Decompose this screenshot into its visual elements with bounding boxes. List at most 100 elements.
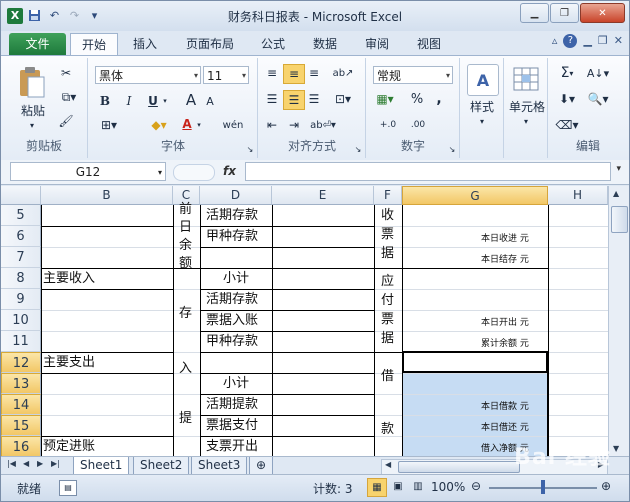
cell-d5[interactable]: 活期存款	[206, 205, 258, 226]
next-sheet-icon[interactable]: ▶	[37, 459, 43, 468]
bold-button[interactable]: B	[97, 92, 113, 110]
workbook-close-icon[interactable]: ✕	[614, 34, 623, 48]
name-box[interactable]: G12 ▾	[10, 162, 166, 181]
zoom-level[interactable]: 100%	[431, 480, 465, 494]
row-header-10[interactable]: 10	[1, 310, 41, 331]
scroll-left-icon[interactable]: ◀	[385, 460, 391, 469]
minimize-button[interactable]: ▁	[520, 3, 549, 23]
cell-b16[interactable]: 预定进账	[43, 436, 95, 456]
cut-icon[interactable]: ✂	[57, 64, 75, 82]
cell-f-jie[interactable]: 借	[381, 366, 394, 387]
orientation-icon[interactable]: ab↗	[331, 64, 355, 82]
workbook-restore-icon[interactable]: ❐	[598, 34, 608, 48]
paste-dropdown-icon[interactable]: ▾	[27, 120, 37, 130]
page-layout-view-icon[interactable]: ▣	[389, 478, 407, 495]
sheet-tab-3[interactable]: Sheet3	[191, 457, 248, 475]
fill-icon[interactable]: ⬇▾	[555, 90, 579, 108]
scroll-down-icon[interactable]: ▼	[613, 444, 619, 453]
decrease-indent-icon[interactable]: ⇤	[263, 116, 281, 134]
cell-f-piao1[interactable]: 票	[381, 224, 394, 245]
row-header-14[interactable]: 14	[1, 394, 41, 415]
cell-g10[interactable]: 本日开出 元	[481, 315, 529, 328]
select-all-corner[interactable]	[1, 186, 41, 205]
cells-button-label[interactable]: 单元格	[505, 98, 549, 114]
align-left-icon[interactable]: ☰	[263, 90, 281, 108]
sheet-tab-2[interactable]: Sheet2	[133, 457, 190, 475]
tab-data[interactable]: 数据	[307, 33, 343, 55]
autosum-button[interactable]: Σ ▾	[555, 64, 579, 82]
shrink-font-button[interactable]: A	[203, 92, 217, 110]
cell-g14[interactable]: 本日借款 元	[481, 399, 529, 412]
row-header-8[interactable]: 8	[1, 268, 41, 289]
font-name-combo[interactable]: 黑体 ▾	[95, 66, 201, 84]
cell-f-ju1[interactable]: 据	[381, 243, 394, 264]
clear-icon[interactable]: ⌫▾	[555, 116, 579, 134]
row-header-12[interactable]: 12	[1, 352, 41, 373]
cell-f-piao2[interactable]: 票	[381, 309, 394, 330]
row-header-11[interactable]: 11	[1, 331, 41, 352]
cell-c-e[interactable]: 额	[179, 253, 192, 274]
scroll-up-icon[interactable]: ▲	[613, 189, 619, 198]
cell-c-ti[interactable]: 提	[179, 408, 192, 429]
cells-icon[interactable]	[511, 64, 541, 94]
row-header-13[interactable]: 13	[1, 373, 41, 394]
align-top-icon[interactable]: ≡	[263, 64, 281, 82]
cell-f-ju2[interactable]: 据	[381, 328, 394, 349]
tab-file[interactable]: 文件	[9, 33, 66, 55]
cell-g6[interactable]: 本日收进 元	[481, 231, 529, 244]
accounting-format-icon[interactable]: ▦▾	[373, 90, 397, 108]
column-header-g[interactable]: G	[402, 186, 548, 205]
font-color-dropdown-icon[interactable]: ▾	[195, 116, 203, 134]
font-size-combo[interactable]: 11 ▾	[203, 66, 249, 84]
borders-icon[interactable]: ⊞▾	[97, 116, 121, 134]
percent-button[interactable]: %	[409, 90, 425, 108]
cell-f-shou[interactable]: 收	[381, 205, 394, 226]
increase-indent-icon[interactable]: ⇥	[285, 116, 303, 134]
alignment-dialog-launcher-icon[interactable]: ↘	[353, 144, 363, 154]
row-header-15[interactable]: 15	[1, 415, 41, 436]
cell-g15[interactable]: 本日借还 元	[481, 420, 529, 433]
align-bottom-icon[interactable]: ≡	[305, 64, 323, 82]
copy-icon[interactable]: ⧉▾	[57, 88, 81, 106]
insert-function-icon[interactable]: fx	[223, 164, 236, 178]
expand-formula-icon[interactable]: ▾	[616, 164, 621, 174]
phonetic-guide-button[interactable]: wén	[219, 116, 247, 134]
styles-button-label[interactable]: 样式	[461, 98, 503, 114]
cell-d15[interactable]: 票据支付	[206, 415, 258, 436]
column-header-e[interactable]: E	[272, 186, 374, 205]
merge-center-icon[interactable]: ⊡▾	[331, 90, 355, 108]
cell-d14[interactable]: 活期提款	[206, 394, 258, 415]
column-header-h[interactable]: H	[548, 186, 608, 205]
number-format-combo[interactable]: 常规 ▾	[373, 66, 453, 84]
cell-b8[interactable]: 主要收入	[43, 268, 95, 289]
zoom-slider-thumb[interactable]	[541, 480, 545, 494]
column-header-f[interactable]: F	[374, 186, 402, 205]
cell-d10[interactable]: 票据入账	[206, 310, 258, 331]
column-header-d[interactable]: D	[200, 186, 272, 205]
paste-icon[interactable]	[15, 64, 49, 100]
restore-button[interactable]: ❐	[550, 3, 579, 23]
sort-filter-icon[interactable]: A↓▾	[585, 64, 611, 82]
cell-d11[interactable]: 甲种存款	[206, 331, 258, 352]
cell-d16[interactable]: 支票开出	[206, 436, 258, 456]
cells-dropdown-icon[interactable]: ▾	[521, 116, 531, 126]
vertical-scroll-thumb[interactable]	[611, 206, 628, 233]
font-color-button[interactable]: A	[179, 114, 195, 134]
cell-c-ru[interactable]: 入	[179, 358, 192, 379]
workbook-minimize-icon[interactable]: ▁	[583, 34, 591, 48]
underline-button[interactable]: U	[145, 92, 161, 110]
macro-record-icon[interactable]: ▤	[59, 480, 77, 496]
tab-page-layout[interactable]: 页面布局	[179, 33, 241, 55]
row-header-5[interactable]: 5	[1, 205, 41, 226]
cell-g7[interactable]: 本日结存 元	[481, 252, 529, 265]
cell-g11[interactable]: 累计余额 元	[481, 336, 529, 349]
wrap-text-icon[interactable]: ab⏎▾	[310, 116, 336, 134]
tab-home[interactable]: 开始	[70, 33, 118, 56]
tab-view[interactable]: 视图	[411, 33, 447, 55]
prev-sheet-icon[interactable]: ◀	[23, 459, 29, 468]
align-center-icon[interactable]: ☰	[283, 90, 305, 110]
last-sheet-icon[interactable]: ▶|	[51, 459, 60, 468]
row-header-16[interactable]: 16	[1, 436, 41, 456]
paste-button-label[interactable]: 粘贴	[15, 102, 51, 118]
font-dialog-launcher-icon[interactable]: ↘	[245, 144, 255, 154]
